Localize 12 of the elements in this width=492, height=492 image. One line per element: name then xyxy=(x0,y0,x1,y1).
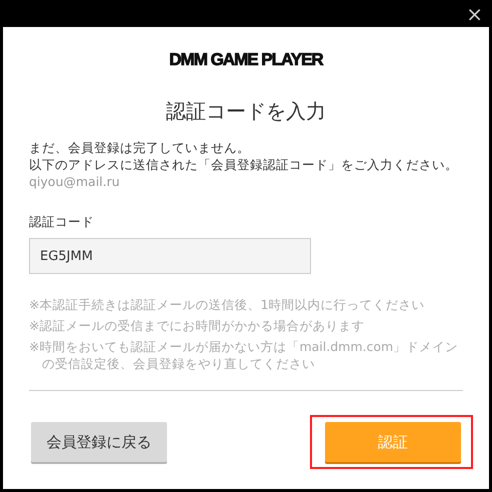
message-text: まだ、会員登録は完了していません。 xyxy=(29,139,251,156)
note-text: ※認証メールの受信までにお時間がかかる場合があります xyxy=(29,317,366,334)
email-address: qiyou@mail.ru xyxy=(29,173,121,190)
field-label: 認証コード xyxy=(29,214,95,231)
logo: DMM GAME PLAYER xyxy=(169,50,323,70)
close-button[interactable]: × xyxy=(462,4,487,24)
note-text: ※本認証手続きは認証メールの送信後、1時間以内に行ってください xyxy=(29,296,426,313)
back-button[interactable]: 会員登録に戻る xyxy=(31,422,167,462)
dialog-title: 認証コードを入力 xyxy=(166,98,326,125)
note-text: ※時間をおいても認証メールが届かない方は「mail.dmm.com」ドメインの受信設定後、会員登録をやり直してください xyxy=(29,338,460,372)
code-input[interactable]: EG5JMM xyxy=(29,238,311,274)
message-text: 以下のアドレスに送信された「会員登録認証コード」をご入力ください。 xyxy=(29,156,459,173)
